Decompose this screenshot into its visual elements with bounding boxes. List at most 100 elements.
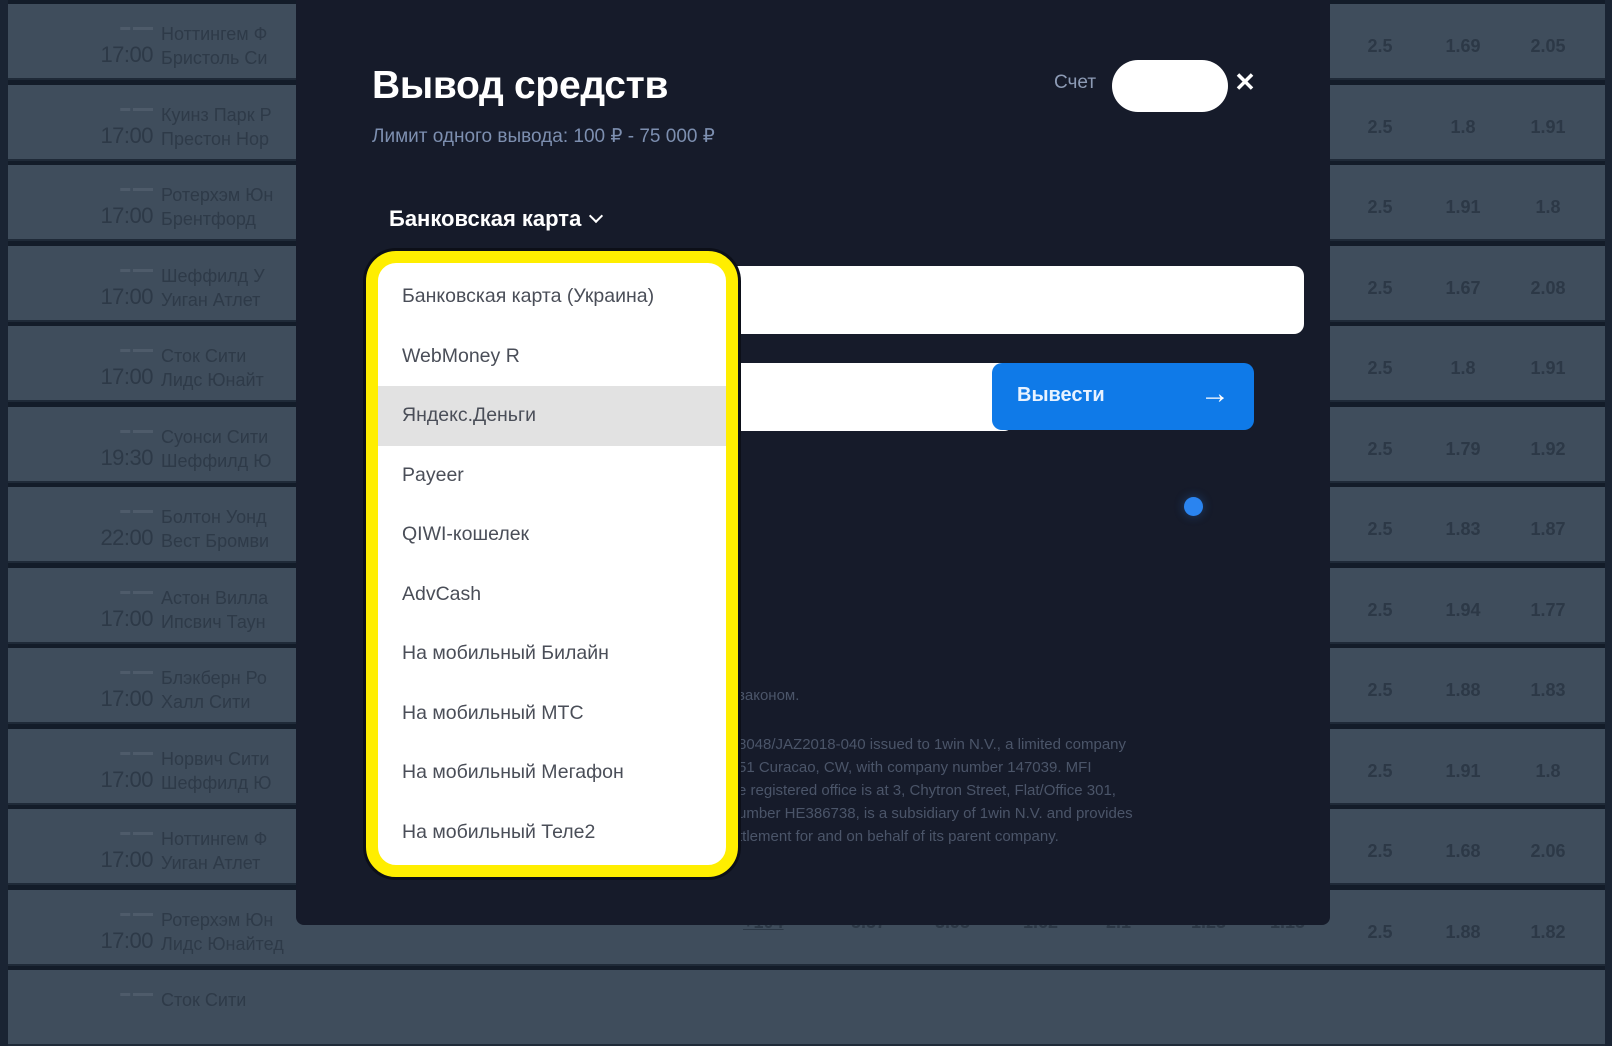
dropdown-option[interactable]: На мобильный МТС [378,684,726,744]
withdraw-button-label: Вывести [1017,384,1105,406]
odds-over[interactable]: 1.94 [1428,600,1498,621]
payment-method-dropdown: Банковская карта (Украина) WebMoney R Ян… [366,251,738,877]
odds-under[interactable]: 2.05 [1513,36,1583,57]
away-team: Брентфорд [161,209,256,229]
odds-under[interactable]: 1.8 [1513,197,1583,218]
odds-over[interactable]: 1.67 [1428,278,1498,299]
home-team: Шеффилд У [161,265,265,286]
odds-over[interactable]: 1.68 [1428,841,1498,862]
modal-title: Вывод средств [372,64,669,107]
total-line[interactable]: 2.5 [1345,439,1415,460]
close-icon[interactable]: ✕ [1233,68,1257,96]
dropdown-option[interactable]: На мобильный Мегафон [378,743,726,803]
total-line[interactable]: 2.5 [1345,680,1415,701]
home-team: Норвич Сити [161,748,270,769]
total-line[interactable]: 2.5 [1345,117,1415,138]
account-value-redacted [1112,60,1228,112]
total-line[interactable]: 2.5 [1345,278,1415,299]
legal-line: 51 Curacao, CW, with company number 1470… [738,759,1092,776]
match-time: 17:00 [100,605,153,631]
total-line[interactable]: 2.5 [1345,358,1415,379]
away-team: Шеффилд Ю [161,772,272,793]
match-time: 17:00 [100,122,153,148]
home-team: Сток Сити [161,990,247,1010]
odds-over[interactable]: 1.88 [1428,922,1498,943]
dropdown-option[interactable]: WebMoney R [378,327,726,387]
match-time: 22:00 [100,525,153,550]
total-line[interactable]: 2.5 [1345,600,1415,621]
home-team: Астон Вилла [161,587,269,608]
match-date: ▬ ▬▬ [120,263,153,275]
dropdown-option[interactable]: QIWI-кошелек [378,505,726,565]
match-date: ▬ ▬▬ [120,746,153,758]
legal-text-fragment: законом. [738,687,800,704]
dropdown-option-hovered[interactable]: Яндекс.Деньги [378,386,726,446]
home-team: Суонси Сити [161,426,269,447]
total-line[interactable]: 2.5 [1345,197,1415,218]
toggle-switch[interactable] [1184,497,1203,516]
odds-under[interactable]: 1.91 [1513,358,1583,379]
arrow-right-icon: → [1200,377,1230,410]
match-time: 17:00 [100,847,153,872]
odds-over[interactable]: 1.91 [1428,761,1498,782]
home-team: Блэкберн Ро [161,668,267,688]
withdraw-button[interactable]: Вывести → [992,363,1254,430]
match-time: 17:00 [100,766,153,792]
total-line[interactable]: 2.5 [1345,36,1415,57]
match-date: ▬ ▬▬ [120,988,153,999]
home-team: Ноттингем Ф [161,829,268,849]
odds-under[interactable]: 2.06 [1513,841,1583,862]
withdraw-limit-text: Лимит одного вывода: 100 ₽ - 75 000 ₽ [372,126,715,147]
odds-under[interactable]: 1.82 [1513,922,1583,943]
match-time: 17:00 [100,364,153,389]
match-row[interactable]: ▬ ▬▬ Сток Сити [8,970,1605,1046]
dropdown-option[interactable]: AdvCash [378,565,726,625]
odds-over[interactable]: 1.8 [1428,358,1498,379]
away-team: Уиган Атлет [161,853,261,873]
payment-method-select[interactable]: Банковская карта [389,206,604,232]
match-time: 17:00 [100,42,153,67]
dropdown-option[interactable]: На мобильный Теле2 [378,803,726,863]
total-line[interactable]: 2.5 [1345,841,1415,862]
away-team: Лидс Юнайтед [161,933,284,954]
card-number-input[interactable] [726,266,1304,334]
total-line[interactable]: 2.5 [1345,922,1415,943]
dropdown-option[interactable]: Банковская карта (Украина) [378,267,726,327]
odds-over[interactable]: 1.69 [1428,36,1498,57]
match-time: 17:00 [100,927,153,953]
total-line[interactable]: 2.5 [1345,761,1415,782]
dropdown-option[interactable]: Payeer [378,446,726,506]
home-team: Сток Сити [161,346,247,366]
odds-under[interactable]: 1.77 [1513,600,1583,621]
match-date: ▬ ▬▬ [120,22,153,33]
match-date: ▬ ▬▬ [120,585,153,597]
match-time: 17:00 [100,203,153,228]
away-team: Ипсвич Таун [161,611,266,632]
odds-over[interactable]: 1.8 [1428,117,1498,138]
odds-under[interactable]: 1.87 [1513,519,1583,540]
away-team: Престон Нор [161,128,269,149]
total-line[interactable]: 2.5 [1345,519,1415,540]
home-team: Ротерхэм Юн [161,185,274,205]
odds-over[interactable]: 1.79 [1428,439,1498,460]
amount-input[interactable] [726,363,1014,431]
odds-under[interactable]: 1.92 [1513,439,1583,460]
payment-method-selected: Банковская карта [389,206,582,231]
odds-over[interactable]: 1.83 [1428,519,1498,540]
legal-line: umber HE386738, is a subsidiary of 1win … [738,805,1133,822]
dropdown-option[interactable]: На мобильный Билайн [378,624,726,684]
match-time: 17:00 [100,283,153,309]
home-team: Куинз Парк Р [161,104,272,125]
odds-under[interactable]: 2.08 [1513,278,1583,299]
away-team: Вест Бромви [161,531,270,551]
odds-under[interactable]: 1.83 [1513,680,1583,701]
legal-line: ttlement for and on behalf of its parent… [738,828,1059,845]
away-team: Лидс Юнайт [161,370,264,390]
odds-over[interactable]: 1.88 [1428,680,1498,701]
odds-under[interactable]: 1.8 [1513,761,1583,782]
match-date: ▬ ▬▬ [120,666,153,677]
away-team: Шеффилд Ю [161,450,272,471]
odds-over[interactable]: 1.91 [1428,197,1498,218]
odds-under[interactable]: 1.91 [1513,117,1583,138]
chevron-down-icon [589,208,604,224]
